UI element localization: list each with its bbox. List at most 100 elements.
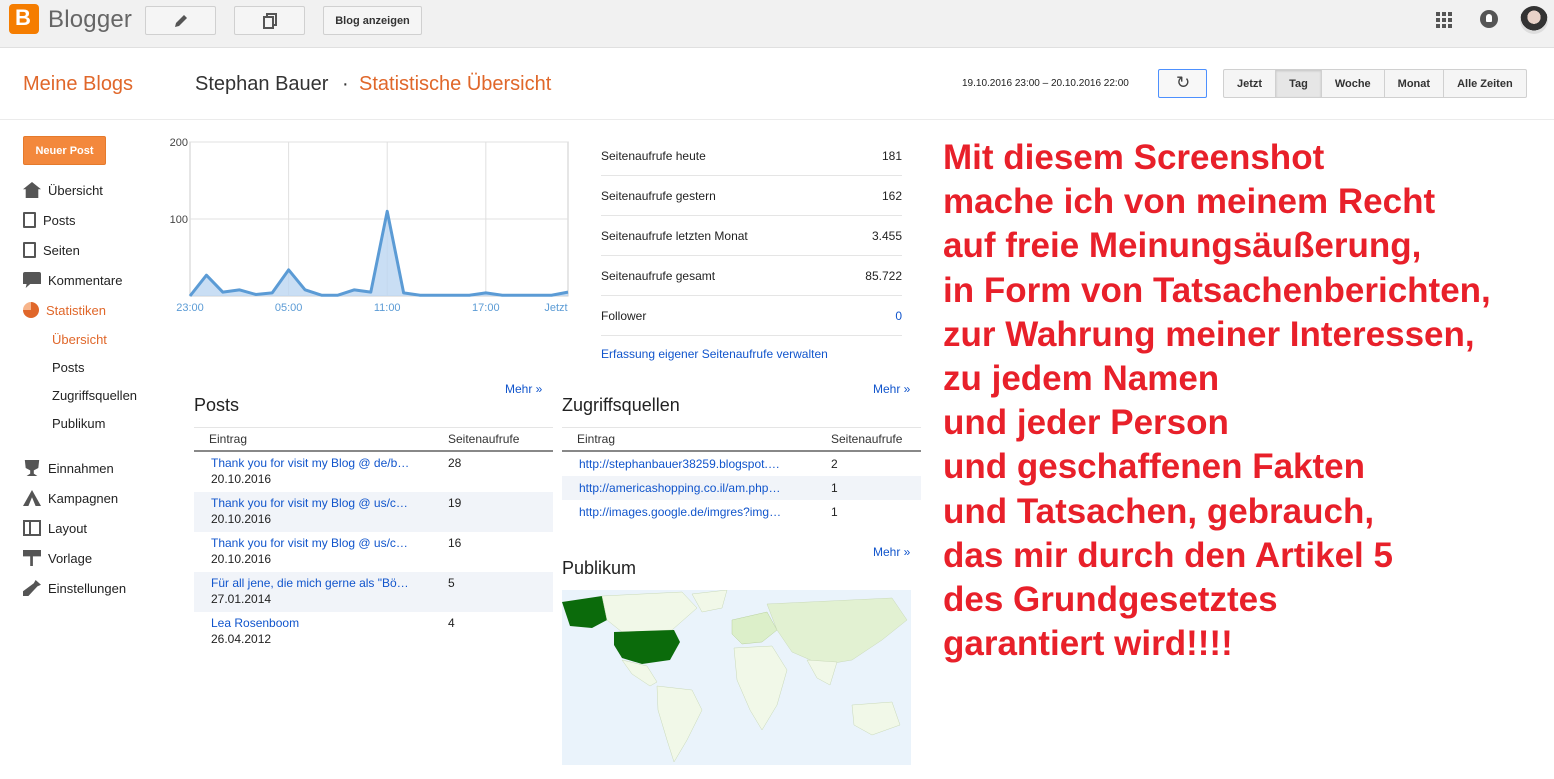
sidebar-item-label: Kommentare [48,272,123,288]
new-post-pencil-button[interactable] [145,6,216,35]
stat-value: 162 [881,188,902,203]
sidebar-item-posts[interactable]: Posts [23,210,76,230]
post-title-link[interactable]: Thank you for visit my Blog @ us/c… [211,536,408,550]
sidebar-item-label: Statistiken [46,302,106,318]
col-entry: Eintrag [209,432,248,446]
source-url-link[interactable]: http://americashopping.co.il/am.php… [562,481,831,500]
period-day-button[interactable]: Tag [1275,70,1321,97]
view-blog-button[interactable]: Blog anzeigen [323,6,422,35]
col-entry: Eintrag [577,432,616,446]
post-views: 16 [448,536,462,550]
stat-label: Seitenaufrufe gesamt [601,268,716,283]
post-title-link[interactable]: Thank you for visit my Blog @ us/c… [211,496,408,510]
posts-more-link[interactable]: Mehr » [505,382,542,396]
blog-name[interactable]: Stephan Bauer [195,73,328,96]
logo-letter: B [15,5,31,30]
pages-button[interactable] [234,6,305,35]
followers-link[interactable]: 0 [895,309,902,323]
sidebar-item-earnings[interactable]: Einnahmen [23,458,114,478]
sidebar-item-label: Layout [48,520,88,536]
source-views: 1 [831,505,838,519]
sources-table: Eintrag Seitenaufrufe http://stephanbaue… [562,427,921,524]
col-views: Seitenaufrufe [448,432,520,446]
stat-label: Seitenaufrufe letzten Monat [601,228,748,243]
logo-text[interactable]: Blogger [48,6,132,34]
wrench-icon [23,580,41,596]
notifications-icon[interactable] [1480,10,1498,28]
table-row: Thank you for visit my Blog @ de/b… 20.10… [194,452,553,492]
top-bar: B Blogger Blog anzeigen [0,0,1554,48]
table-row: http://images.google.de/imgres?img… 1 [562,500,921,524]
post-title-link[interactable]: Lea Rosenboom [211,616,299,630]
table-header: Eintrag Seitenaufrufe [194,427,553,452]
post-title-link[interactable]: Thank you for visit my Blog @ de/b… [211,456,409,470]
source-views: 1 [831,481,838,495]
template-icon [23,550,41,566]
sidebar-item-label: Vorlage [48,550,93,566]
annotation-text: Mit diesem Screenshot mache ich von mein… [943,138,1491,664]
sidebar-item-label: Einstellungen [48,580,127,596]
audience-world-map[interactable] [562,590,911,765]
my-blogs-link[interactable]: Meine Blogs [23,73,133,96]
stats-sub-posts[interactable]: Posts [52,360,85,375]
x-tick-label: Jetzt [544,302,567,314]
audience-more-link[interactable]: Mehr » [873,545,910,559]
post-views: 5 [448,576,455,590]
table-row: http://americashopping.co.il/am.php… 1 [562,476,921,500]
sidebar-item-pages[interactable]: Seiten [23,240,80,260]
stats-sub-overview[interactable]: Übersicht [52,332,107,347]
sidebar-item-comments[interactable]: Kommentare [23,270,122,290]
posts-table: Eintrag Seitenaufrufe Thank you for visi… [194,427,553,652]
x-tick-label: 11:00 [374,302,401,314]
sidebar-item-settings[interactable]: Einstellungen [23,578,126,598]
table-row: http://stephanbauer38259.blogspot.… 2 [562,452,921,476]
apps-grid-icon[interactable] [1436,12,1452,28]
post-date: 20.10.2016 [211,512,272,526]
page-title: Statistische Übersicht [359,73,552,95]
sidebar-item-label: Seiten [43,242,80,258]
sidebar-item-template[interactable]: Vorlage [23,548,92,568]
refresh-icon: ↻ [1176,73,1191,92]
source-url-link[interactable]: http://images.google.de/imgres?img… [562,505,831,524]
pages-icon [262,12,277,29]
stat-value: 85.722 [865,268,902,283]
manage-own-pageviews-link[interactable]: Erfassung eigener Seitenaufrufe verwalte… [601,347,828,361]
post-date: 20.10.2016 [211,552,272,566]
trophy-icon [24,460,40,476]
stat-row-today: Seitenaufrufe heute 181 [601,136,902,176]
comments-icon [23,272,41,288]
period-now-button[interactable]: Jetzt [1224,70,1275,97]
posts-icon [23,212,36,228]
sidebar-item-overview[interactable]: Übersicht [23,180,103,200]
stats-sub-audience[interactable]: Publikum [52,416,105,431]
blogger-logo-icon[interactable]: B [9,4,39,34]
post-views: 4 [448,616,455,630]
post-date: 27.01.2014 [211,592,272,606]
sources-more-link[interactable]: Mehr » [873,382,910,396]
posts-section-title: Posts [194,395,240,415]
stat-label: Follower [601,308,647,323]
sidebar-item-stats[interactable]: Statistiken [23,300,106,320]
col-views: Seitenaufrufe [831,432,903,446]
sidebar-item-layout[interactable]: Layout [23,518,87,538]
stat-label: Seitenaufrufe gestern [601,188,716,203]
sidebar-item-campaigns[interactable]: Kampagnen [23,488,118,508]
avatar[interactable] [1520,6,1548,34]
date-range: 19.10.2016 23:00 – 20.10.2016 22:00 [962,78,1129,89]
home-icon [23,182,41,198]
source-url-link[interactable]: http://stephanbauer38259.blogspot.… [562,457,831,476]
refresh-button[interactable]: ↻ [1158,69,1207,98]
stats-sub-sources[interactable]: Zugriffsquellen [52,388,137,403]
post-date: 26.04.2012 [211,632,272,646]
period-all-time-button[interactable]: Alle Zeiten [1443,70,1526,97]
period-month-button[interactable]: Monat [1383,70,1443,97]
period-week-button[interactable]: Woche [1320,70,1384,97]
post-title-link[interactable]: Für all jene, die mich gerne als "Bö… [211,576,409,590]
stat-row-last-month: Seitenaufrufe letzten Monat 3.455 [601,216,902,256]
sidebar-item-label: Kampagnen [48,490,119,506]
new-post-button[interactable]: Neuer Post [23,136,106,165]
stat-value: 181 [881,148,902,163]
sidebar-item-label: Einnahmen [48,460,114,476]
post-views: 19 [448,496,462,510]
stat-value: 3.455 [871,228,902,243]
